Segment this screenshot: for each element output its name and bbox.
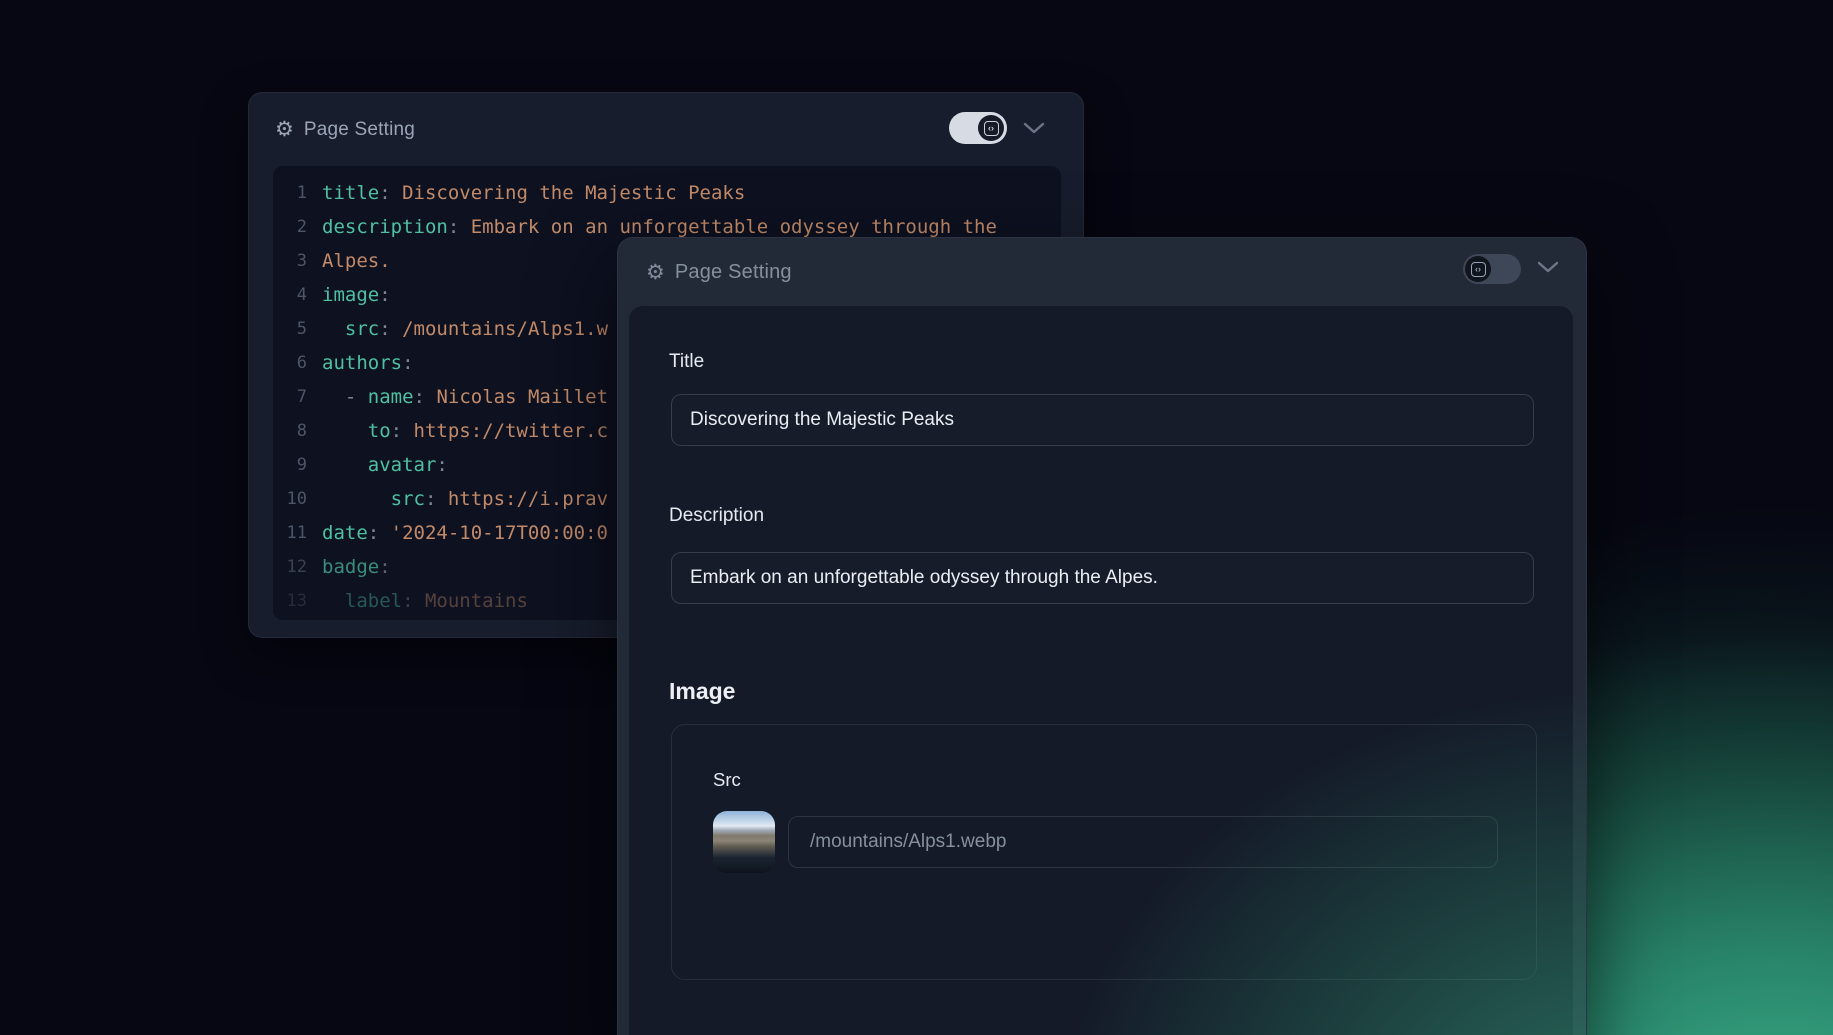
code-token: https://i.prav (448, 488, 608, 510)
back-panel-title: Page Setting (304, 119, 415, 141)
code-token: '2024-10-17T00:00:0 (391, 522, 608, 544)
page-setting-panel-form-view: ⚙ Page Setting ‹› Title Discovering the … (617, 237, 1587, 1035)
back-panel-header: ⚙ Page Setting ‹› (249, 93, 1083, 166)
gear-icon: ⚙ (275, 119, 294, 140)
src-input[interactable]: /mountains/Alps1.webp (788, 816, 1498, 868)
line-number: 11 (273, 523, 322, 543)
code-token: : (402, 352, 413, 374)
line-number: 6 (273, 353, 322, 373)
code-token (322, 420, 368, 442)
code-token: Nicolas Maillet (436, 386, 608, 408)
code-token: : (379, 318, 402, 340)
code-token: date (322, 522, 368, 544)
code-token (322, 590, 345, 612)
title-input-value: Discovering the Majestic Peaks (690, 409, 954, 431)
code-token: : (425, 488, 448, 510)
code-token: : (368, 522, 391, 544)
code-token (322, 454, 368, 476)
gear-icon: ⚙ (646, 262, 665, 283)
title-input[interactable]: Discovering the Majestic Peaks (671, 394, 1534, 446)
code-view-toggle[interactable]: ‹› (1463, 254, 1521, 284)
code-token: to (368, 420, 391, 442)
code-block-icon: ‹› (1471, 262, 1486, 277)
code-token: : (448, 216, 471, 238)
code-token: title (322, 182, 379, 204)
line-number: 3 (273, 251, 322, 271)
code-token (322, 386, 345, 408)
line-number: 10 (273, 489, 322, 509)
chevron-down-icon[interactable] (1023, 122, 1045, 140)
code-token (322, 488, 391, 510)
code-token: : (391, 420, 414, 442)
line-number: 1 (273, 183, 322, 203)
code-token: src (345, 318, 379, 340)
code-token: Discovering the Majestic Peaks (402, 182, 745, 204)
src-input-value: /mountains/Alps1.webp (810, 831, 1006, 853)
code-token: src (391, 488, 425, 510)
front-panel-title: Page Setting (675, 261, 792, 284)
form-card: Title Discovering the Majestic Peaks Des… (629, 306, 1573, 1035)
code-token: : (436, 454, 447, 476)
code-token: https://twitter.c (414, 420, 608, 442)
line-number: 4 (273, 285, 322, 305)
code-token: /mountains/Alps1.w (402, 318, 608, 340)
front-panel-header: ⚙ Page Setting ‹› (618, 238, 1586, 306)
code-token: badge (322, 556, 379, 578)
code-token: image (322, 284, 379, 306)
code-token: authors (322, 352, 402, 374)
line-number: 13 (273, 591, 322, 611)
code-token: - (345, 386, 368, 408)
line-number: 7 (273, 387, 322, 407)
code-token (322, 318, 345, 340)
line-number: 8 (273, 421, 322, 441)
line-number: 2 (273, 217, 322, 237)
code-token: : (379, 556, 390, 578)
image-section-heading: Image (669, 678, 735, 704)
code-token: : (402, 590, 425, 612)
description-input-value: Embark on an unforgettable odyssey throu… (690, 567, 1158, 589)
line-number: 5 (273, 319, 322, 339)
code-token: : (379, 284, 390, 306)
code-token: : (379, 182, 402, 204)
chevron-down-icon[interactable] (1537, 261, 1559, 279)
code-token: Mountains (425, 590, 528, 612)
image-thumbnail (713, 811, 775, 873)
code-token: description (322, 216, 448, 238)
image-section-card: Src /mountains/Alps1.webp (671, 724, 1537, 980)
code-token: Embark on an unforgettable odyssey throu… (471, 216, 997, 238)
code-token: Alpes. (322, 250, 391, 272)
src-field-label: Src (713, 768, 741, 792)
description-input[interactable]: Embark on an unforgettable odyssey throu… (671, 552, 1534, 604)
code-token: : (414, 386, 437, 408)
screenshot-canvas: ⚙ Page Setting ‹› 1title: Discovering th… (0, 0, 1833, 1035)
code-view-toggle[interactable]: ‹› (949, 112, 1007, 144)
code-line: 1title: Discovering the Majestic Peaks (273, 176, 1061, 210)
description-field-label: Description (669, 504, 764, 528)
code-token: label (345, 590, 402, 612)
toggle-knob: ‹› (978, 115, 1004, 141)
code-token: name (368, 386, 414, 408)
line-number: 9 (273, 455, 322, 475)
toggle-knob: ‹› (1465, 256, 1491, 282)
line-number: 12 (273, 557, 322, 577)
code-block-icon: ‹› (984, 121, 999, 136)
code-token: avatar (368, 454, 437, 476)
title-field-label: Title (669, 350, 704, 374)
